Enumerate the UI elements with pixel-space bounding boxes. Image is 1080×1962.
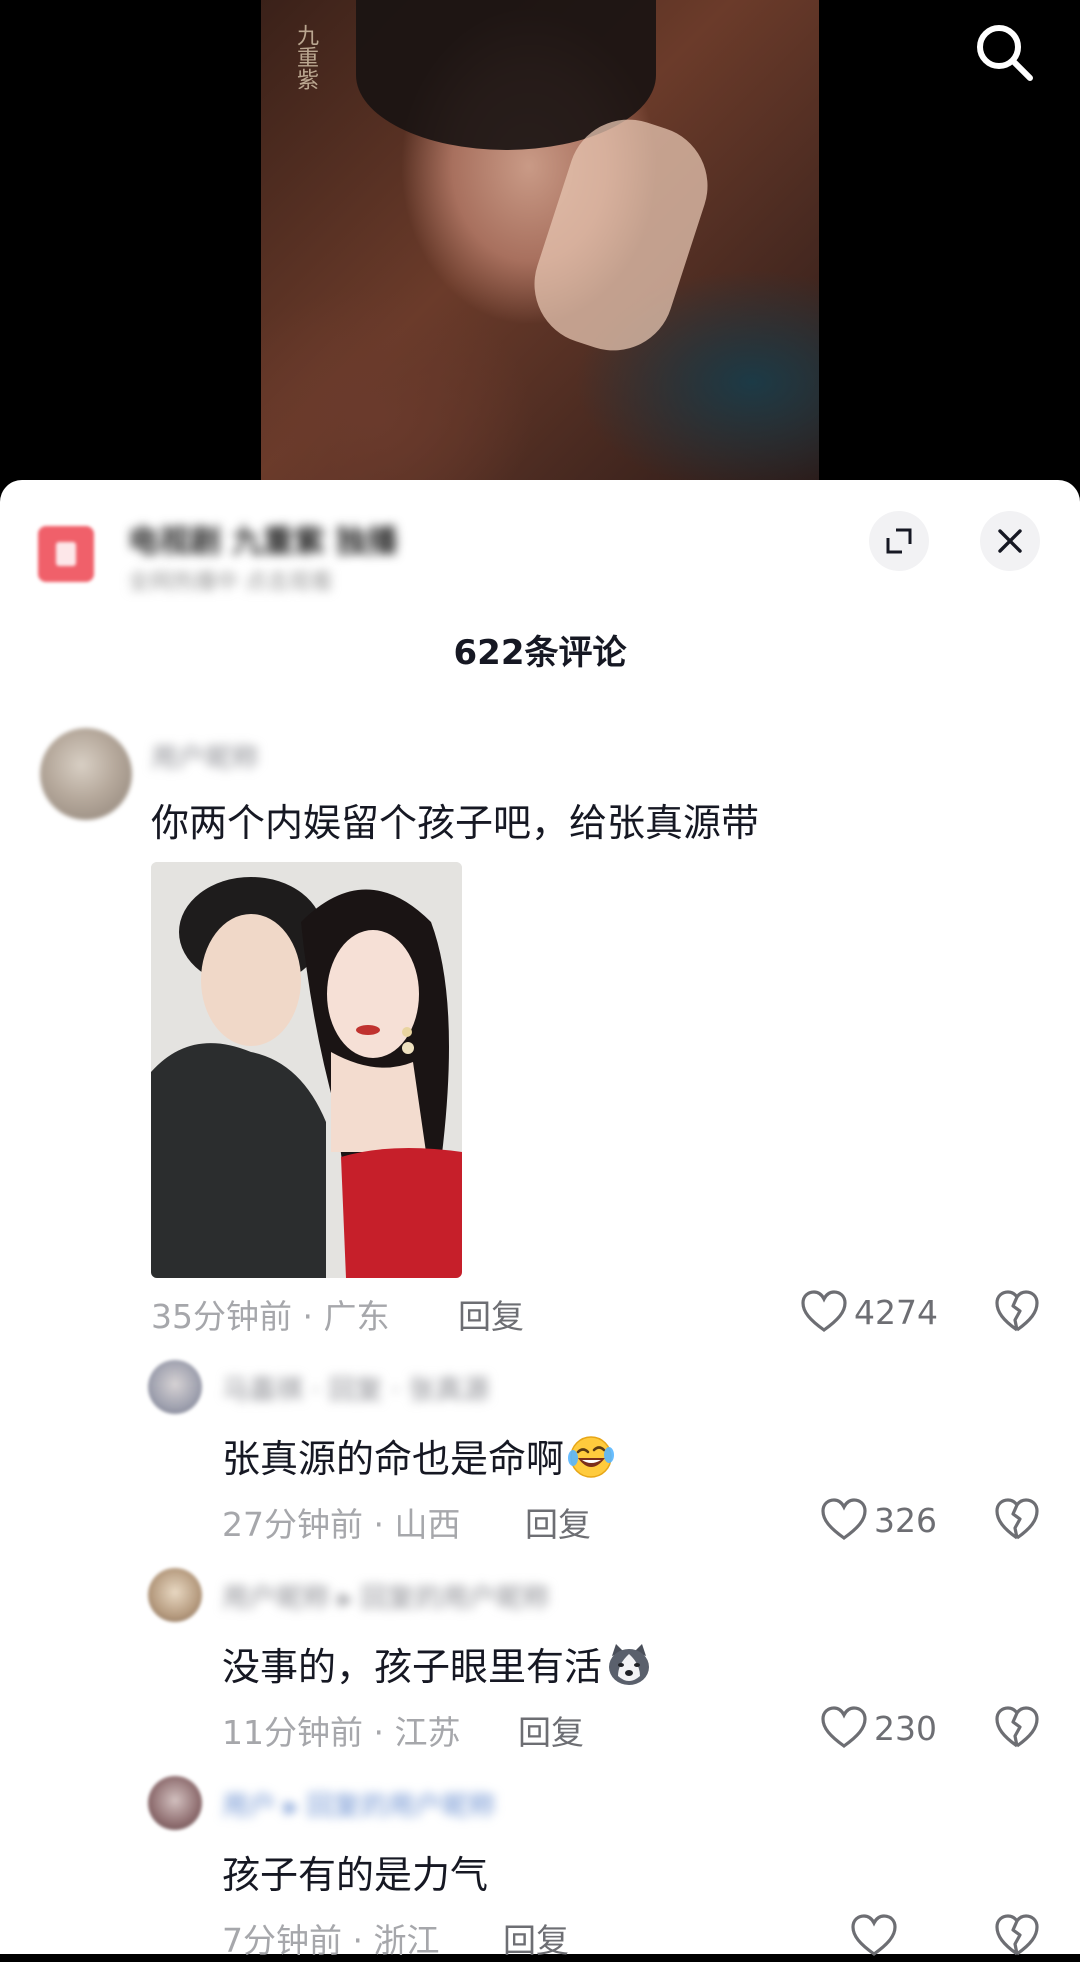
comment-username[interactable]: 用户昵称	[151, 736, 259, 775]
reply-username[interactable]: 用户昵称 ▸ 回复的用户昵称	[222, 1576, 550, 1615]
avatar[interactable]	[40, 728, 132, 820]
reply-text-content: 没事的，孩子眼里有活	[222, 1645, 603, 1689]
video-watermark: 九重紫	[293, 24, 318, 90]
like-count: 326	[874, 1500, 937, 1540]
heart-outline-icon	[821, 1706, 867, 1748]
like-button[interactable]: 326	[820, 1495, 937, 1545]
dislike-button[interactable]	[992, 1703, 1042, 1753]
reply-time-location: 7分钟前 · 浙江	[222, 1921, 440, 1960]
close-button[interactable]	[980, 511, 1040, 571]
video-frame	[261, 0, 819, 490]
channel-name[interactable]: 电视剧 九重紫 独播	[128, 516, 398, 561]
heart-outline-icon	[821, 1498, 867, 1540]
reply-text: 张真源的命也是命啊	[222, 1428, 616, 1489]
reply-time-location: 27分钟前 · 山西	[222, 1505, 461, 1544]
reply-text: 没事的，孩子眼里有活	[222, 1636, 654, 1697]
comment-count: 622条评论	[453, 633, 627, 673]
expand-button[interactable]	[869, 511, 929, 571]
like-count: 4274	[854, 1292, 938, 1332]
reply-button[interactable]: 回复	[525, 1498, 591, 1546]
comment-photo	[151, 862, 462, 1278]
reply-username[interactable]: 马嘉祺 · 回复 · 张真源	[222, 1368, 490, 1407]
comment-time-location: 35分钟前 · 广东	[151, 1297, 390, 1336]
like-count: 230	[874, 1708, 937, 1748]
comment-image[interactable]	[151, 862, 462, 1278]
search-button[interactable]	[972, 20, 1036, 84]
dislike-button[interactable]	[992, 1495, 1042, 1545]
like-button[interactable]: 4274	[800, 1287, 938, 1337]
search-icon	[977, 25, 1033, 81]
rofl-emoji	[566, 1434, 616, 1489]
husky-emoji	[604, 1642, 654, 1697]
broken-heart-icon	[995, 1706, 1039, 1748]
broken-heart-icon	[995, 1290, 1039, 1332]
reply-username[interactable]: 用户 ▸ 回复的用户昵称	[222, 1784, 496, 1823]
reply-button[interactable]: 回复	[518, 1706, 584, 1754]
avatar[interactable]	[148, 1360, 202, 1414]
expand-icon	[886, 528, 912, 554]
video-player[interactable]: 九重紫	[0, 0, 1080, 490]
reply-text-content: 张真源的命也是命啊	[222, 1437, 565, 1481]
heart-outline-icon	[801, 1290, 847, 1332]
channel-subtitle: 全网热播中 点击观看	[128, 570, 333, 595]
broken-heart-icon	[995, 1498, 1039, 1540]
dislike-button[interactable]	[992, 1287, 1042, 1337]
reply-time-location: 11分钟前 · 江苏	[222, 1713, 461, 1752]
reply-button[interactable]: 回复	[503, 1914, 569, 1962]
like-button[interactable]: 230	[820, 1703, 937, 1753]
heart-outline-icon	[851, 1914, 897, 1956]
reply-text: 孩子有的是力气	[222, 1853, 489, 1897]
channel-thumbnail[interactable]	[38, 526, 94, 582]
comment-text: 你两个内娱留个孩子吧，给张真源带	[151, 801, 760, 845]
avatar[interactable]	[148, 1776, 202, 1830]
avatar[interactable]	[148, 1568, 202, 1622]
reply-button[interactable]: 回复	[458, 1290, 524, 1338]
close-icon	[998, 529, 1022, 553]
broken-heart-icon	[995, 1914, 1039, 1956]
